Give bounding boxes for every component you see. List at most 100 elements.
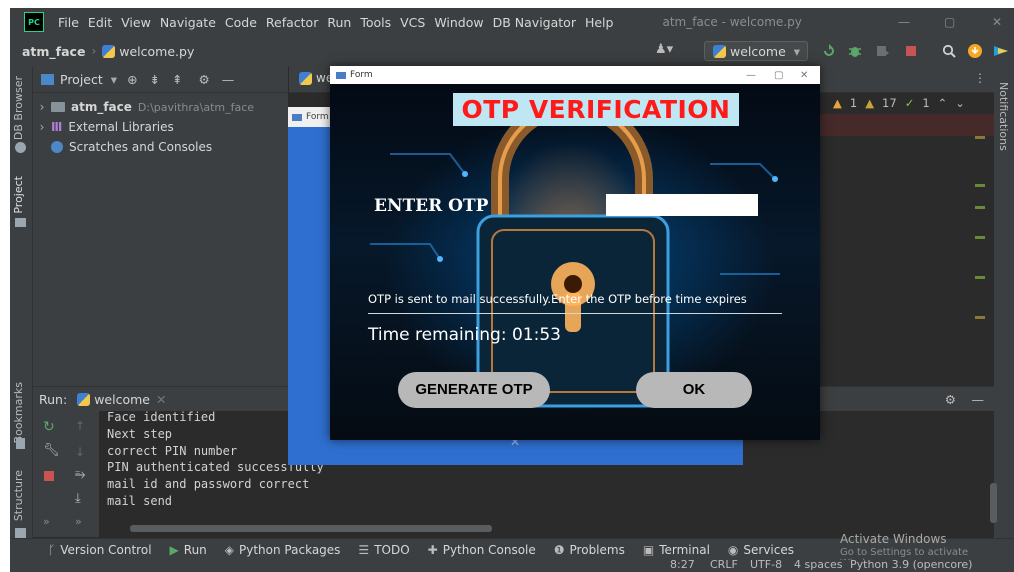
run-label: Run:: [39, 391, 68, 407]
update-icon[interactable]: [968, 44, 982, 58]
menu-navigate[interactable]: Navigate: [160, 15, 216, 30]
scroll-to-end-icon[interactable]: ⤓: [75, 491, 81, 506]
services-tab[interactable]: ◉ Services: [728, 543, 794, 557]
weak-warning-count: 17: [882, 96, 897, 110]
stop-icon[interactable]: [904, 44, 918, 58]
chevron-down-icon[interactable]: ⌄: [955, 96, 965, 110]
terminal-tab[interactable]: ▣ Terminal: [643, 543, 710, 557]
python-file-icon: [299, 71, 312, 85]
menu-edit[interactable]: Edit: [88, 15, 112, 30]
chevron-right-icon[interactable]: ›: [33, 100, 51, 114]
arrow-down-icon[interactable]: ↓: [75, 445, 85, 459]
soft-wrap-icon[interactable]: ⥱: [75, 467, 85, 482]
hide-panel-icon[interactable]: —: [222, 72, 235, 87]
pycharm-logo-icon: PC: [24, 12, 44, 32]
project-tab[interactable]: Project: [12, 176, 25, 214]
chevron-up-icon[interactable]: ⌃: [938, 96, 948, 110]
run-config-select[interactable]: welcome ▾: [704, 41, 808, 61]
structure-tab[interactable]: Structure: [12, 470, 25, 521]
menu-vcs[interactable]: VCS: [400, 15, 425, 30]
caret-position[interactable]: 8:27: [670, 558, 695, 571]
divider: [368, 313, 782, 314]
indent-setting[interactable]: 4 spaces: [794, 558, 843, 571]
menu-window[interactable]: Window: [434, 15, 483, 30]
menu-db-navigator[interactable]: DB Navigator: [493, 15, 576, 30]
tree-item-label: atm_face: [71, 100, 132, 114]
locate-icon[interactable]: ⊕: [127, 72, 137, 87]
project-panel-title[interactable]: Project: [60, 72, 103, 87]
close-icon[interactable]: ✕: [800, 70, 808, 81]
python-console-tab[interactable]: ✚ Python Console: [428, 543, 536, 557]
menu-run[interactable]: Run: [327, 15, 351, 30]
packages-icon: ◈: [224, 543, 235, 557]
hide-panel-icon[interactable]: —: [972, 392, 985, 407]
more-options-icon[interactable]: ⋮: [974, 71, 986, 85]
maximize-icon[interactable]: ▢: [774, 70, 783, 81]
jetbrains-logo-icon[interactable]: [994, 44, 1008, 58]
expand-icon[interactable]: »: [75, 515, 82, 528]
otp-heading: OTP VERIFICATION: [453, 93, 739, 126]
debug-icon[interactable]: [848, 44, 862, 58]
collapse-all-icon[interactable]: ⇞: [172, 72, 182, 87]
ok-button[interactable]: OK: [636, 372, 752, 408]
problems-tab[interactable]: ❶ Problems: [554, 543, 625, 557]
line-separator[interactable]: CRLF: [710, 558, 738, 571]
close-icon[interactable]: ✕: [992, 8, 1002, 36]
bookmarks-tab[interactable]: Bookmarks: [12, 382, 25, 443]
menu-refactor[interactable]: Refactor: [266, 15, 318, 30]
version-control-tab[interactable]: ᚴ Version Control: [48, 543, 152, 557]
menu-code[interactable]: Code: [225, 15, 257, 30]
python-file-icon: [102, 44, 116, 58]
list-icon: ☰: [358, 543, 370, 557]
minimize-icon[interactable]: —: [746, 70, 756, 81]
chevron-right-icon[interactable]: ›: [33, 120, 51, 134]
menu-help[interactable]: Help: [585, 15, 614, 30]
python-file-icon: [713, 44, 726, 58]
rerun-icon[interactable]: ↻: [43, 419, 55, 435]
bookmark-icon: [16, 438, 25, 449]
menu-view[interactable]: View: [121, 15, 151, 30]
close-tab-icon[interactable]: ✕: [156, 392, 166, 407]
gear-icon[interactable]: ⚙: [945, 392, 956, 407]
background-form-title: Form: [306, 112, 329, 122]
scroll-marker: [975, 316, 985, 319]
run-tab[interactable]: ▶ Run: [170, 543, 207, 557]
db-browser-icon: [15, 142, 26, 153]
expand-icon[interactable]: »: [43, 515, 50, 528]
stop-icon[interactable]: [44, 471, 54, 481]
vertical-scrollbar[interactable]: [990, 483, 997, 523]
scroll-marker: [975, 184, 985, 187]
tree-item-atm-face[interactable]: › atm_face D:\pavithra\atm_face: [33, 97, 288, 117]
todo-tab[interactable]: ☰ TODO: [358, 543, 409, 557]
minimize-icon[interactable]: —: [898, 8, 910, 36]
form-icon: [336, 71, 346, 79]
otp-input[interactable]: [606, 194, 758, 216]
run-tab-label[interactable]: welcome: [94, 392, 150, 407]
warning-icon: ▲: [833, 96, 842, 110]
menu-tools[interactable]: Tools: [360, 15, 391, 30]
generate-otp-button[interactable]: GENERATE OTP: [398, 372, 550, 408]
horizontal-scrollbar[interactable]: [130, 525, 492, 532]
arrow-up-icon[interactable]: ↑: [75, 419, 85, 433]
python-packages-tab[interactable]: ◈ Python Packages: [225, 543, 341, 557]
inspection-widget[interactable]: ▲ 1 ▲ 17 ✓ 1 ⌃ ⌄: [833, 96, 965, 110]
breadcrumb-file[interactable]: welcome.py: [119, 44, 194, 59]
db-browser-tab[interactable]: DB Browser: [12, 76, 25, 140]
breadcrumb-project[interactable]: atm_face: [22, 44, 85, 59]
python-interpreter[interactable]: Python 3.9 (opencore): [850, 558, 972, 571]
maximize-icon[interactable]: ▢: [944, 8, 955, 36]
tree-item-scratches[interactable]: Scratches and Consoles: [33, 137, 288, 157]
gear-icon[interactable]: ⚙: [199, 72, 210, 87]
file-encoding[interactable]: UTF-8: [750, 558, 782, 571]
menu-file[interactable]: File: [58, 15, 79, 30]
notifications-tab[interactable]: Notifications: [997, 82, 1010, 151]
chevron-down-icon[interactable]: ▾: [111, 72, 117, 87]
rerun-icon[interactable]: [822, 44, 836, 58]
expand-all-icon[interactable]: ⇟: [150, 72, 160, 87]
tree-item-external-libraries[interactable]: › Ⅲ External Libraries: [33, 117, 288, 137]
project-view-icon: [41, 73, 54, 85]
coverage-icon[interactable]: [876, 44, 890, 58]
wrench-icon[interactable]: 🔧︎: [43, 443, 60, 458]
user-icon[interactable]: ♟▾: [655, 42, 673, 57]
search-icon[interactable]: [942, 44, 956, 58]
